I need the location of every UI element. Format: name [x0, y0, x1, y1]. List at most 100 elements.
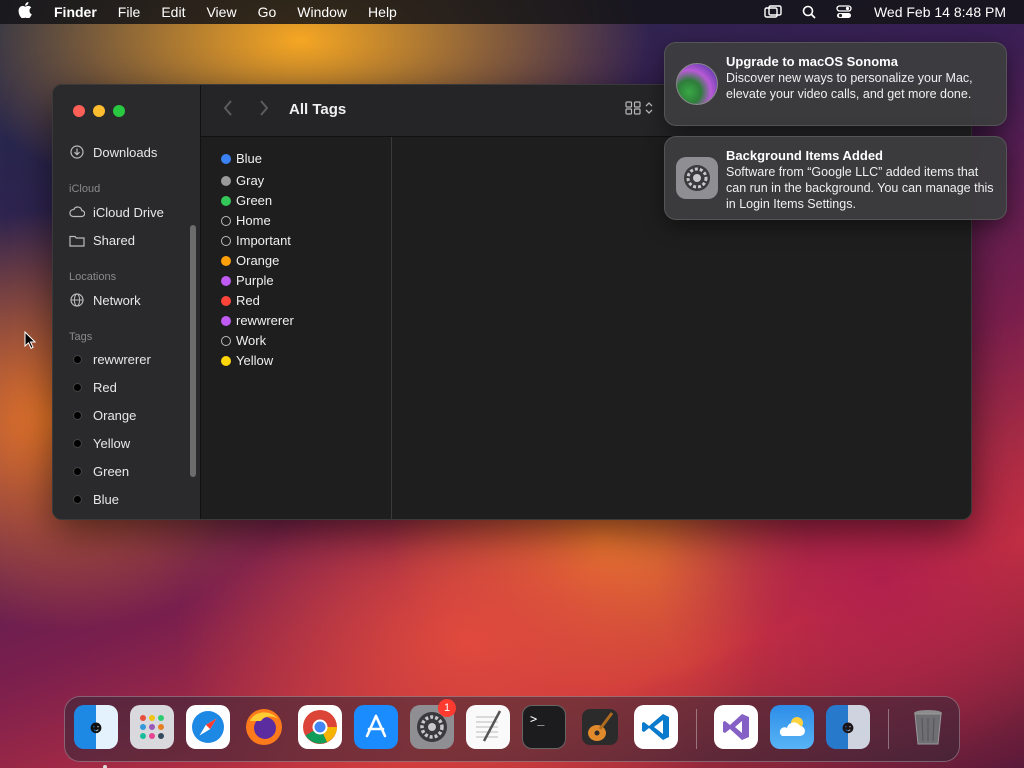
finder-sidebar: Downloads iCloud iCloud Drive Shared Loc…: [53, 85, 201, 519]
dock-firefox-icon[interactable]: [242, 705, 286, 749]
notification-background-items[interactable]: Background Items Added Software from “Go…: [664, 136, 1007, 220]
sidebar-item-label: Red: [93, 380, 117, 395]
menu-window[interactable]: Window: [297, 4, 347, 20]
sidebar-item-network[interactable]: Network: [69, 292, 141, 308]
dock-safari-icon[interactable]: [186, 705, 230, 749]
sidebar-item-icloud-drive[interactable]: iCloud Drive: [69, 204, 164, 220]
sidebar-item-downloads[interactable]: Downloads: [69, 144, 157, 160]
sidebar-tag-rewwrerer[interactable]: rewwrerer: [69, 352, 151, 367]
menu-bar: Finder File Edit View Go Window Help Wed…: [0, 0, 1024, 24]
dock: ☻ 1 >_ ☻: [64, 696, 960, 768]
mouse-cursor-icon: [24, 330, 37, 354]
search-icon[interactable]: [802, 5, 816, 19]
dock-chrome-icon[interactable]: [298, 705, 342, 749]
zoom-window-button[interactable]: [113, 105, 125, 117]
dock-launchpad-icon[interactable]: [130, 705, 174, 749]
notification-body: Discover new ways to personalize your Ma…: [726, 71, 973, 101]
grid-view-icon: [625, 101, 641, 120]
menu-help[interactable]: Help: [368, 4, 397, 20]
list-item[interactable]: Green: [221, 193, 272, 208]
view-options-button[interactable]: [625, 101, 653, 120]
list-item[interactable]: Orange: [221, 253, 279, 268]
list-item[interactable]: Home: [221, 213, 271, 228]
tag-color-dot-icon: [221, 355, 231, 366]
sidebar-tag-orange[interactable]: Orange: [69, 408, 136, 423]
notification-upgrade-sonoma[interactable]: Upgrade to macOS Sonoma Discover new way…: [664, 42, 1007, 126]
dock-finder-icon[interactable]: ☻: [74, 705, 118, 768]
sidebar-tag-yellow[interactable]: Yellow: [69, 436, 130, 451]
menu-clock[interactable]: Wed Feb 14 8:48 PM: [874, 4, 1006, 20]
sidebar-scrollbar[interactable]: [190, 225, 196, 477]
close-window-button[interactable]: [73, 105, 85, 117]
window-title: All Tags: [289, 101, 347, 118]
list-item[interactable]: Purple: [221, 273, 274, 288]
sidebar-item-label: Orange: [93, 408, 137, 423]
apple-logo-icon[interactable]: [18, 1, 40, 23]
notification-body: Software from “Google LLC” added items t…: [726, 165, 994, 211]
tag-label: Green: [236, 193, 273, 208]
list-item[interactable]: Yellow: [221, 353, 273, 368]
tag-dot-icon: [73, 467, 82, 476]
tag-empty-dot-icon: [221, 215, 231, 226]
list-item[interactable]: Gray: [221, 173, 264, 188]
tag-empty-dot-icon: [221, 335, 231, 346]
sidebar-item-label: Shared: [93, 232, 135, 248]
sidebar-item-label: Blue: [93, 492, 120, 507]
menu-file[interactable]: File: [118, 4, 141, 20]
download-icon: [69, 144, 85, 160]
menu-view[interactable]: View: [206, 4, 236, 20]
cloud-icon: [69, 204, 85, 220]
dock-separator: [696, 709, 697, 749]
screen-mirroring-icon[interactable]: [764, 5, 782, 19]
tag-label: Home: [236, 213, 271, 228]
dock-system-settings-icon[interactable]: 1: [410, 699, 456, 749]
menu-finder[interactable]: Finder: [54, 4, 97, 20]
tag-color-dot-icon: [221, 275, 231, 286]
tag-dot-icon: [73, 495, 82, 504]
window-controls: [73, 105, 133, 117]
dock-finder-icon[interactable]: ☻: [826, 705, 870, 749]
tag-label: Important: [236, 233, 291, 248]
tag-dot-icon: [73, 383, 82, 392]
dock-vscode-icon[interactable]: [634, 705, 678, 749]
sidebar-tag-red[interactable]: Red: [69, 380, 117, 395]
forward-button[interactable]: [259, 99, 269, 122]
menu-edit[interactable]: Edit: [161, 4, 185, 20]
tag-color-dot-icon: [221, 295, 231, 306]
chevron-updown-icon: [645, 101, 653, 120]
dock-terminal-icon[interactable]: >_: [522, 705, 566, 749]
control-center-icon[interactable]: [836, 5, 852, 19]
sidebar-header-tags: Tags: [69, 331, 93, 343]
dock-garageband-icon[interactable]: [578, 705, 622, 749]
list-item[interactable]: rewwrerer: [221, 313, 294, 328]
list-item[interactable]: Work: [221, 333, 266, 348]
tag-dot-icon: [73, 411, 82, 420]
notification-title: Background Items Added: [726, 148, 883, 163]
list-item[interactable]: Blue: [221, 151, 262, 166]
tags-column: Blue Gray Green Home Important Orange Pu…: [201, 137, 392, 519]
sidebar-tag-blue[interactable]: Blue: [69, 492, 119, 507]
list-item[interactable]: Important: [221, 233, 291, 248]
dock-visual-studio-icon[interactable]: [714, 705, 758, 749]
tag-label: Purple: [236, 273, 274, 288]
dock-weather-icon[interactable]: [770, 705, 814, 749]
sidebar-item-shared[interactable]: Shared: [69, 232, 135, 248]
list-item[interactable]: Red: [221, 293, 260, 308]
back-button[interactable]: [223, 99, 233, 122]
tag-color-dot-icon: [221, 315, 231, 326]
menu-go[interactable]: Go: [258, 4, 277, 20]
dock-textedit-icon[interactable]: [466, 705, 510, 749]
network-globe-icon: [69, 292, 85, 308]
tag-label: rewwrerer: [236, 313, 294, 328]
tag-label: Red: [236, 293, 260, 308]
sidebar-tag-green[interactable]: Green: [69, 464, 129, 479]
sidebar-item-label: Network: [93, 292, 141, 308]
sidebar-item-label: rewwrerer: [93, 352, 151, 367]
dock-app-store-icon[interactable]: [354, 705, 398, 749]
notification-title: Upgrade to macOS Sonoma: [726, 54, 898, 69]
dock-separator: [888, 709, 889, 749]
dock-trash-icon[interactable]: [906, 705, 950, 749]
minimize-window-button[interactable]: [93, 105, 105, 117]
tag-color-dot-icon: [221, 175, 231, 186]
tag-label: Gray: [236, 173, 265, 188]
